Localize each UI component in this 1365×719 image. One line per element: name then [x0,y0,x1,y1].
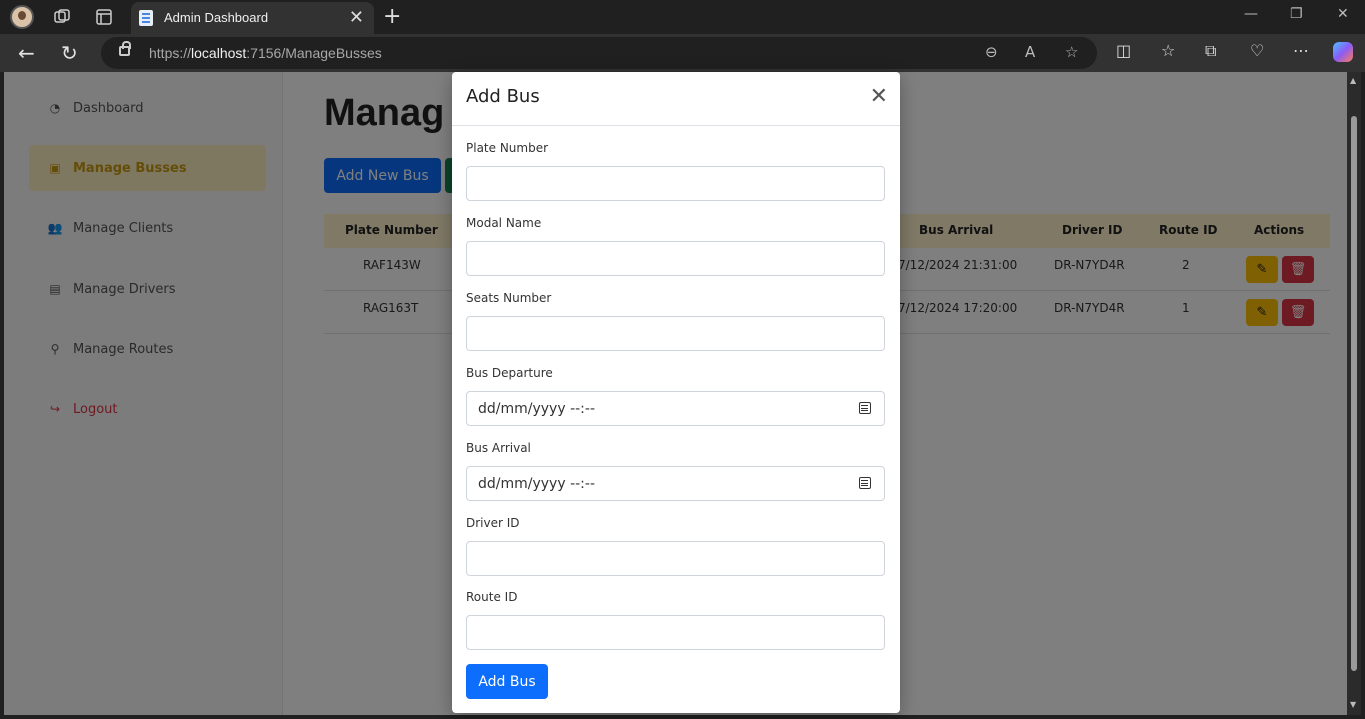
scroll-thumb[interactable] [1351,116,1357,671]
bus-departure-value: dd/mm/yyyy --:-- [478,400,595,417]
seats-number-field[interactable] [466,316,885,351]
minimize-icon[interactable]: — [1244,6,1258,22]
more-icon[interactable]: ⋯ [1293,41,1309,60]
new-tab-button[interactable]: + [383,4,401,29]
plate-number-label: Plate Number [466,141,549,155]
plate-number-field[interactable] [466,166,885,201]
bus-arrival-label: Bus Arrival [466,441,531,455]
page-scrollbar[interactable]: ▲ ▼ [1347,72,1361,715]
calendar-icon[interactable] [859,402,871,414]
copilot-icon[interactable] [1333,42,1353,62]
page-favicon-icon [139,10,153,26]
favorite-star-icon[interactable]: ☆ [1065,43,1078,61]
address-bar[interactable]: https://localhost:7156/ManageBusses ⊖ A … [101,37,1097,69]
back-icon[interactable]: ← [18,41,35,65]
browser-tab-bar: Admin Dashboard ✕ + — ❐ ✕ [0,0,1365,34]
add-bus-modal: Add Bus ✕ Plate Number Modal Name Seats … [452,72,900,713]
tab-admin-dashboard[interactable]: Admin Dashboard ✕ [131,2,374,34]
route-id-field[interactable] [466,615,885,650]
url-text[interactable]: https://localhost:7156/ManageBusses [149,45,382,61]
bus-departure-label: Bus Departure [466,366,553,380]
modal-name-field[interactable] [466,241,885,276]
driver-id-label: Driver ID [466,516,520,530]
window-close-icon[interactable]: ✕ [1337,6,1349,22]
refresh-icon[interactable]: ↻ [61,41,78,65]
close-icon[interactable]: ✕ [870,84,888,109]
browser-essentials-icon[interactable]: ♡ [1250,41,1264,60]
tab-close-icon[interactable]: ✕ [349,7,364,28]
browser-nav-bar: ← ↻ https://localhost:7156/ManageBusses … [0,34,1365,72]
collections-icon[interactable]: ⧉ [1205,41,1216,61]
tab-actions-icon[interactable] [95,8,113,26]
tab-title: Admin Dashboard [164,10,269,25]
scroll-down-icon[interactable]: ▼ [1350,700,1356,709]
favorites-icon[interactable]: ☆ [1161,41,1175,60]
lock-icon[interactable] [119,41,131,56]
profile-avatar[interactable] [10,5,34,29]
modal-name-label: Modal Name [466,216,542,230]
bus-arrival-value: dd/mm/yyyy --:-- [478,475,595,492]
split-screen-icon[interactable]: ◫ [1116,41,1131,60]
workspaces-icon[interactable] [53,8,71,26]
scroll-up-icon[interactable]: ▲ [1350,76,1356,85]
modal-title: Add Bus [466,86,540,107]
driver-id-field[interactable] [466,541,885,576]
seats-number-label: Seats Number [466,291,552,305]
add-bus-submit-button[interactable]: Add Bus [466,664,548,699]
bus-arrival-field[interactable]: dd/mm/yyyy --:-- [466,466,885,501]
calendar-icon[interactable] [859,477,871,489]
zoom-out-icon[interactable]: ⊖ [985,43,998,61]
bus-departure-field[interactable]: dd/mm/yyyy --:-- [466,391,885,426]
restore-icon[interactable]: ❐ [1290,6,1303,22]
modal-header: Add Bus ✕ [452,72,900,126]
route-id-label: Route ID [466,590,518,604]
read-aloud-icon[interactable]: A [1025,43,1035,61]
